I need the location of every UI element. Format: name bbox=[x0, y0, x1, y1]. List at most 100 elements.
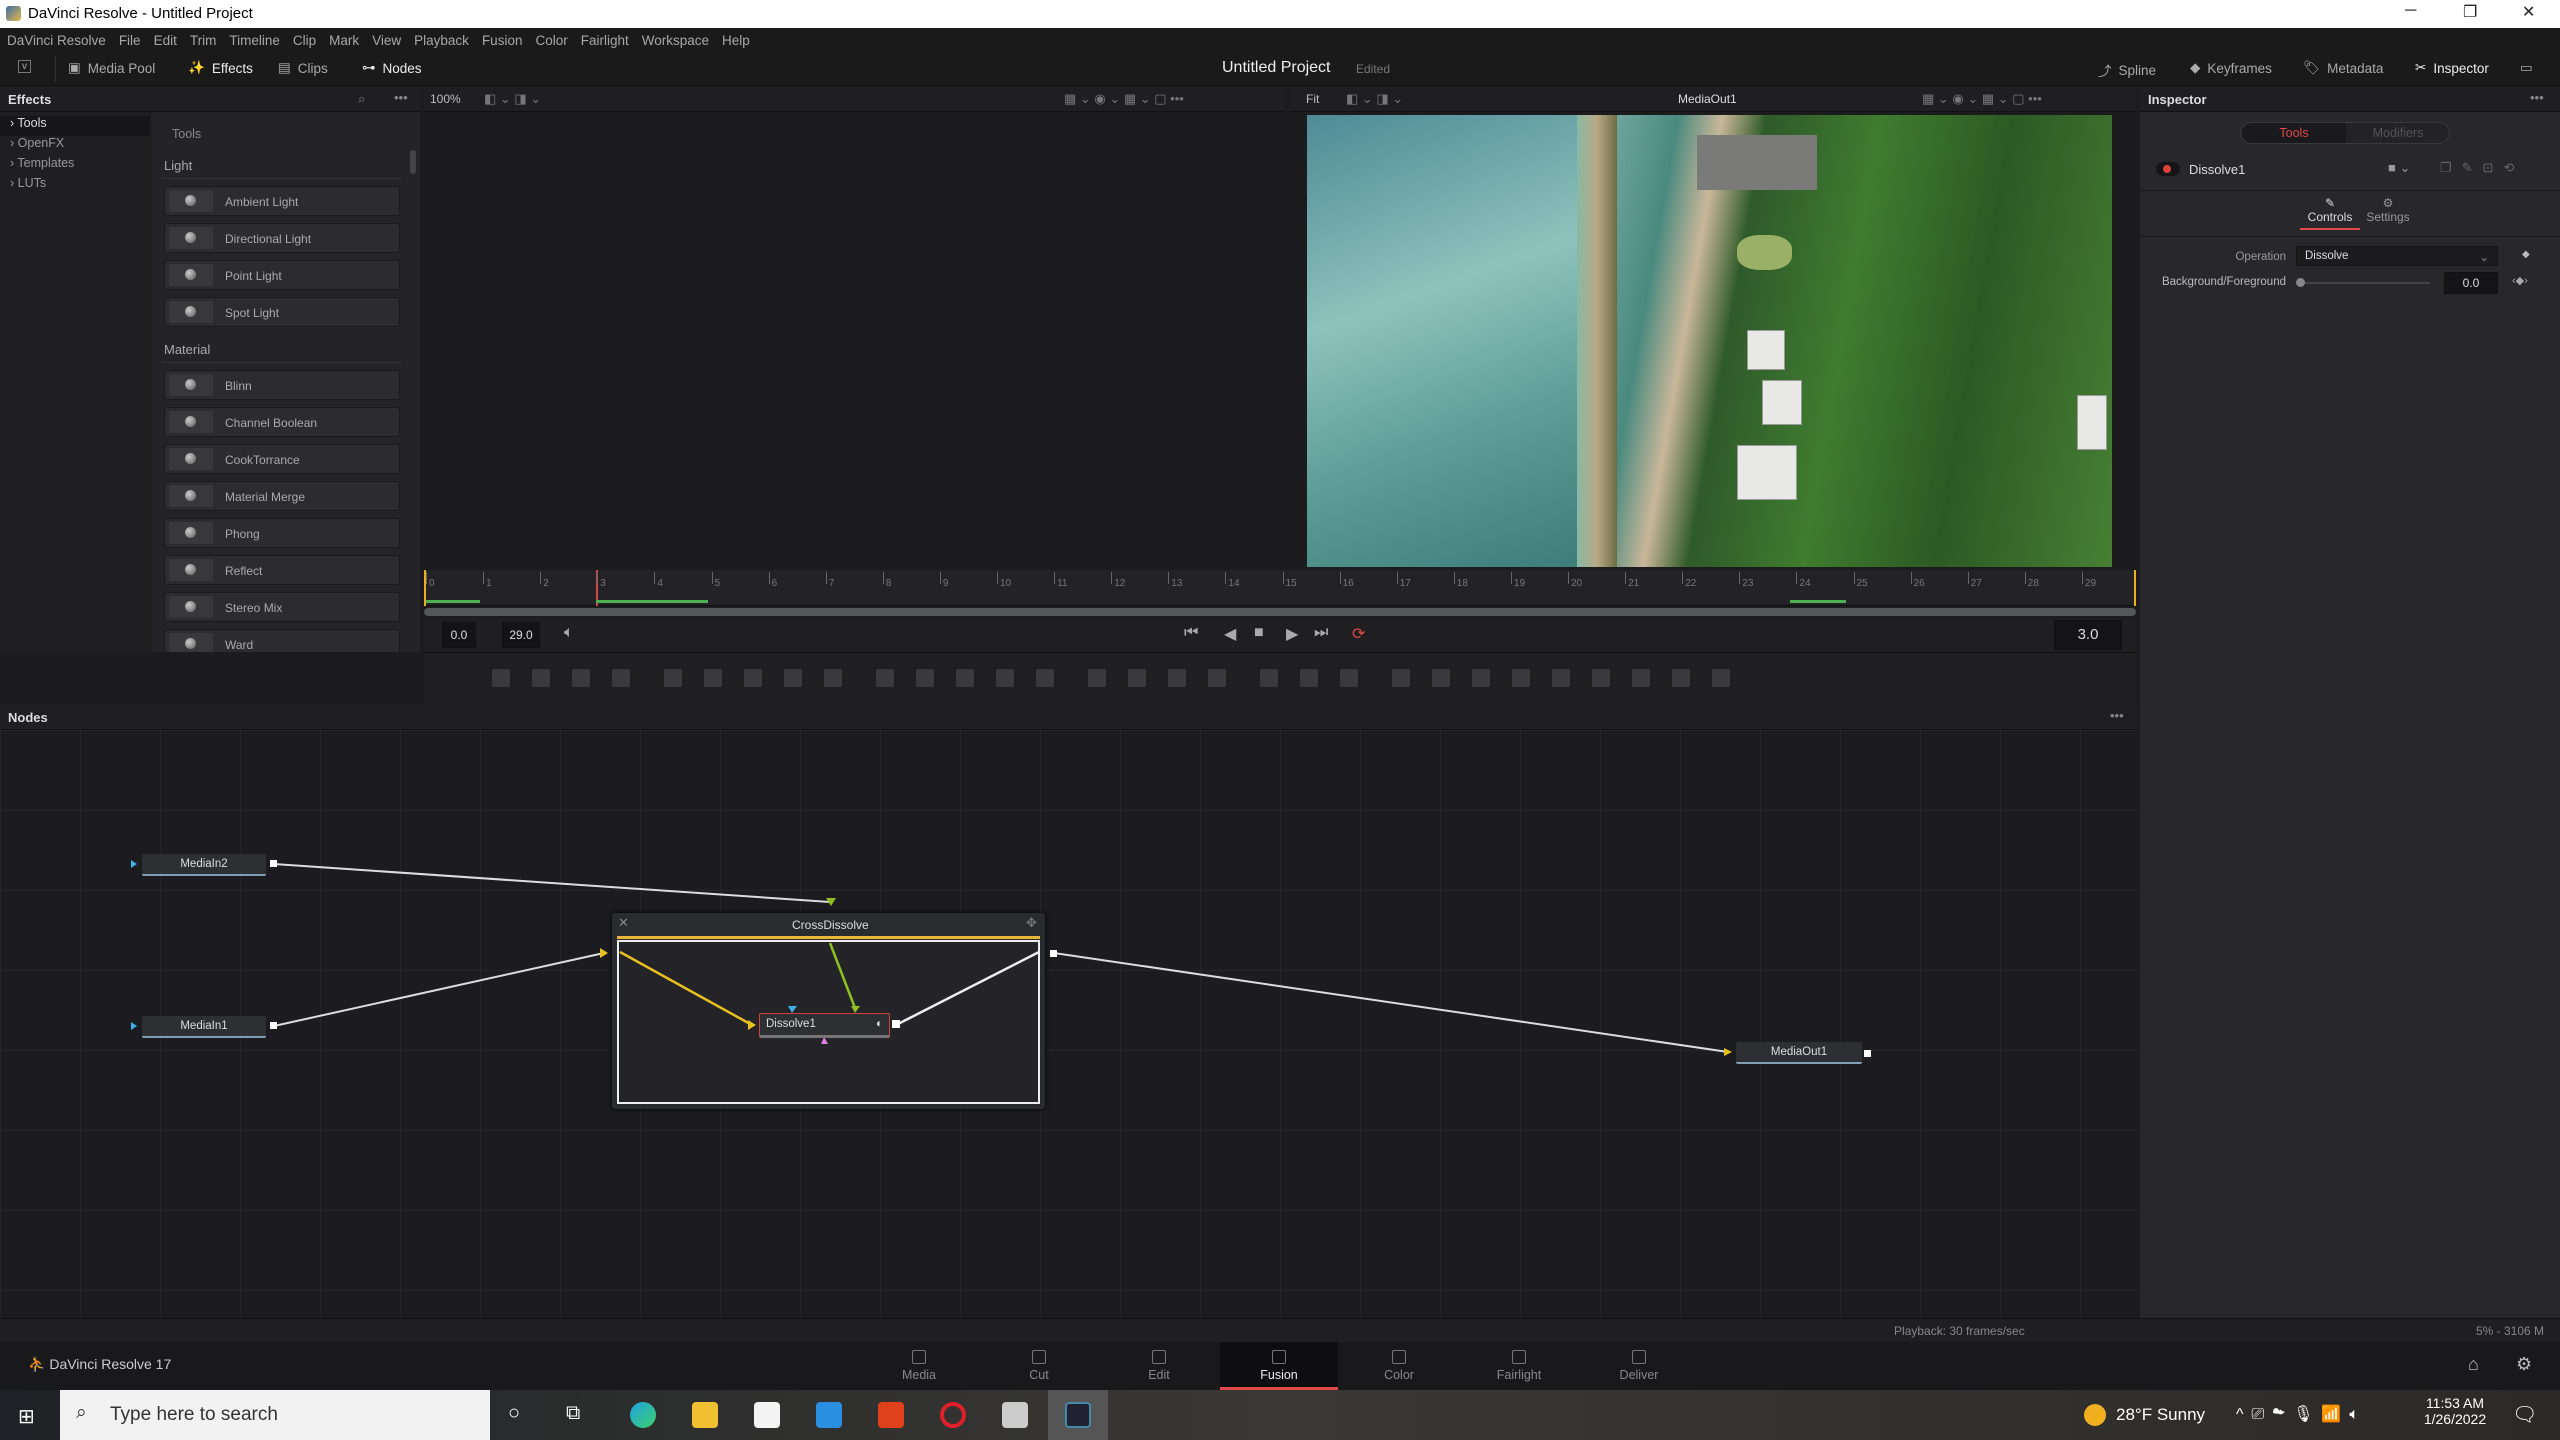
inspector-button[interactable]: ✂ Inspector bbox=[2415, 60, 2489, 76]
fusion-tool-icon[interactable] bbox=[1168, 669, 1186, 687]
opera-icon[interactable] bbox=[940, 1402, 966, 1428]
go-to-start-button[interactable]: ⏮ bbox=[1184, 624, 1198, 642]
fusion-tool-icon[interactable] bbox=[1036, 669, 1054, 687]
fusion-tool-icon[interactable] bbox=[824, 669, 842, 687]
viewer-options-icon[interactable]: ◧ ⌄ ◨ ⌄ bbox=[1346, 91, 1403, 107]
menu-view[interactable]: View bbox=[372, 33, 401, 48]
fusion-tool-icon[interactable] bbox=[1592, 669, 1610, 687]
fusion-tool-icon[interactable] bbox=[916, 669, 934, 687]
input-triangle[interactable] bbox=[600, 948, 608, 958]
gear-icon[interactable]: ⚙ bbox=[2516, 1354, 2532, 1375]
fusion-tool-icon[interactable] bbox=[1392, 669, 1410, 687]
menu-davinci[interactable]: DaVinci Resolve bbox=[7, 33, 106, 48]
tool-item[interactable]: Reflect bbox=[164, 555, 400, 585]
taskbar-search[interactable]: ⌕ Type here to search bbox=[60, 1390, 490, 1440]
viewer-tools-icon[interactable]: ▦ ⌄ ◉ ⌄ ▦ ⌄ ▢ ••• bbox=[1064, 91, 1184, 107]
mail-icon[interactable] bbox=[816, 1402, 842, 1428]
media-pool-button[interactable]: ▣ Media Pool bbox=[68, 60, 155, 76]
bgfg-slider[interactable] bbox=[2300, 282, 2430, 284]
fusion-tool-icon[interactable] bbox=[996, 669, 1014, 687]
notifications-icon[interactable]: 🗨︎ bbox=[2512, 1402, 2537, 1427]
current-time-field[interactable]: 3.0 bbox=[2054, 620, 2122, 650]
category-openfx[interactable]: › OpenFX bbox=[0, 136, 150, 156]
fusion-tool-icon[interactable] bbox=[1632, 669, 1650, 687]
fusion-tool-icon[interactable] bbox=[1552, 669, 1570, 687]
render-start-field[interactable]: 0.0 bbox=[442, 622, 476, 648]
node-enable-toggle[interactable] bbox=[2156, 162, 2180, 176]
fusion-tool-icon[interactable] bbox=[1472, 669, 1490, 687]
viewer-tools-icon[interactable]: ▦ ⌄ ◉ ⌄ ▦ ⌄ ▢ ••• bbox=[1922, 91, 2042, 107]
search-icon[interactable]: ⌕ bbox=[358, 91, 365, 107]
tool-item[interactable]: Ambient Light bbox=[164, 186, 400, 216]
keyframe-icon[interactable]: ◆ bbox=[2522, 249, 2530, 260]
go-to-end-button[interactable]: ⏭ bbox=[1314, 624, 1328, 642]
step-back-button[interactable]: ◀ bbox=[1224, 624, 1236, 644]
viewer-options-icon[interactable]: ◧ ⌄ ◨ ⌄ bbox=[484, 91, 541, 107]
clips-button[interactable]: ▤ Clips bbox=[278, 60, 328, 76]
keyframes-button[interactable]: ◆ Keyframes bbox=[2190, 60, 2272, 76]
fusion-tool-icon[interactable] bbox=[532, 669, 550, 687]
fusion-tool-icon[interactable] bbox=[1512, 669, 1530, 687]
windows-start-icon[interactable]: ⊞ bbox=[18, 1404, 35, 1429]
node-editor[interactable]: ✕ CrossDissolve ✥ MediaIn2 MediaIn1 Medi… bbox=[0, 730, 2138, 1318]
fusion-tool-icon[interactable] bbox=[704, 669, 722, 687]
spline-button[interactable]: ⤴ Spline bbox=[2098, 60, 2156, 80]
tool-item[interactable]: Point Light bbox=[164, 260, 400, 290]
audio-icon[interactable]: 🔈︎ bbox=[564, 624, 574, 642]
page-tab-edit[interactable]: Edit bbox=[1100, 1342, 1218, 1390]
output-port[interactable] bbox=[1050, 950, 1057, 957]
menu-help[interactable]: Help bbox=[722, 33, 750, 48]
tab-modifiers[interactable]: Modifiers bbox=[2346, 123, 2450, 143]
page-tab-cut[interactable]: Cut bbox=[980, 1342, 1098, 1390]
fusion-tool-icon[interactable] bbox=[1432, 669, 1450, 687]
subtab-controls[interactable]: ✎ Controls bbox=[2300, 196, 2360, 230]
home-icon[interactable]: ⌂ bbox=[2468, 1354, 2479, 1375]
more-options-icon[interactable]: ••• bbox=[394, 90, 408, 105]
color-dropdown[interactable]: ■ ⌄ bbox=[2388, 160, 2410, 176]
timeline-ruler[interactable]: 0 1 2 3 4 5 6 7 8 9 10 11 12 13 14 15 16 17 18 19 20 21 22 23 24… bbox=[424, 570, 2136, 606]
tool-item[interactable]: Channel Boolean bbox=[164, 407, 400, 437]
system-tray-icons[interactable]: ^⎚☁🎙︎📶🔈︎ bbox=[2236, 1404, 2367, 1424]
menu-file[interactable]: File bbox=[119, 33, 141, 48]
store-icon[interactable] bbox=[754, 1402, 780, 1428]
fusion-tool-icon[interactable] bbox=[1712, 669, 1730, 687]
render-end-field[interactable]: 29.0 bbox=[502, 622, 540, 648]
fit-dropdown[interactable]: Fit bbox=[1306, 92, 1319, 106]
bgfg-value-field[interactable]: 0.0 bbox=[2444, 272, 2498, 294]
clock[interactable]: 11:53 AM 1/26/2022 bbox=[2420, 1395, 2490, 1427]
page-tab-fusion[interactable]: Fusion bbox=[1220, 1342, 1338, 1390]
category-luts[interactable]: › LUTs bbox=[0, 176, 150, 196]
menu-fairlight[interactable]: Fairlight bbox=[581, 33, 629, 48]
tool-item[interactable]: Stereo Mix bbox=[164, 592, 400, 622]
tool-item[interactable]: Phong bbox=[164, 518, 400, 548]
output-port[interactable] bbox=[270, 1022, 277, 1029]
office-icon[interactable] bbox=[878, 1402, 904, 1428]
loop-icon[interactable]: ⟳ bbox=[1352, 624, 1365, 644]
render-end-marker[interactable] bbox=[2134, 570, 2136, 606]
restore-button[interactable]: ❐ bbox=[2463, 2, 2477, 22]
slider-handle[interactable] bbox=[2296, 278, 2305, 287]
play-button[interactable]: ▶ bbox=[1286, 624, 1298, 644]
input-triangle[interactable] bbox=[131, 860, 137, 868]
menu-edit[interactable]: Edit bbox=[154, 33, 177, 48]
subtab-settings[interactable]: ⚙ Settings bbox=[2358, 196, 2418, 224]
page-tab-deliver[interactable]: Deliver bbox=[1580, 1342, 1698, 1390]
more-options-icon[interactable]: ••• bbox=[2530, 90, 2544, 105]
fusion-tool-icon[interactable] bbox=[1088, 669, 1106, 687]
node-mediaout1[interactable]: MediaOut1 bbox=[1736, 1042, 1862, 1064]
menu-color[interactable]: Color bbox=[535, 33, 567, 48]
output-port[interactable] bbox=[270, 860, 277, 867]
zoom-dropdown[interactable]: 100% bbox=[430, 92, 461, 106]
davinci-taskbar-button[interactable] bbox=[1048, 1390, 1108, 1440]
fusion-tool-icon[interactable] bbox=[612, 669, 630, 687]
fusion-tool-icon[interactable] bbox=[1340, 669, 1358, 687]
category-templates[interactable]: › Templates bbox=[0, 156, 150, 176]
tool-item[interactable]: Material Merge bbox=[164, 481, 400, 511]
input-triangle[interactable] bbox=[851, 1006, 860, 1013]
fusion-tool-icon[interactable] bbox=[1260, 669, 1278, 687]
scrollbar[interactable] bbox=[410, 150, 416, 174]
fusion-tool-icon[interactable] bbox=[572, 669, 590, 687]
menu-trim[interactable]: Trim bbox=[190, 33, 217, 48]
fusion-tool-icon[interactable] bbox=[1300, 669, 1318, 687]
fusion-tool-icon[interactable] bbox=[664, 669, 682, 687]
